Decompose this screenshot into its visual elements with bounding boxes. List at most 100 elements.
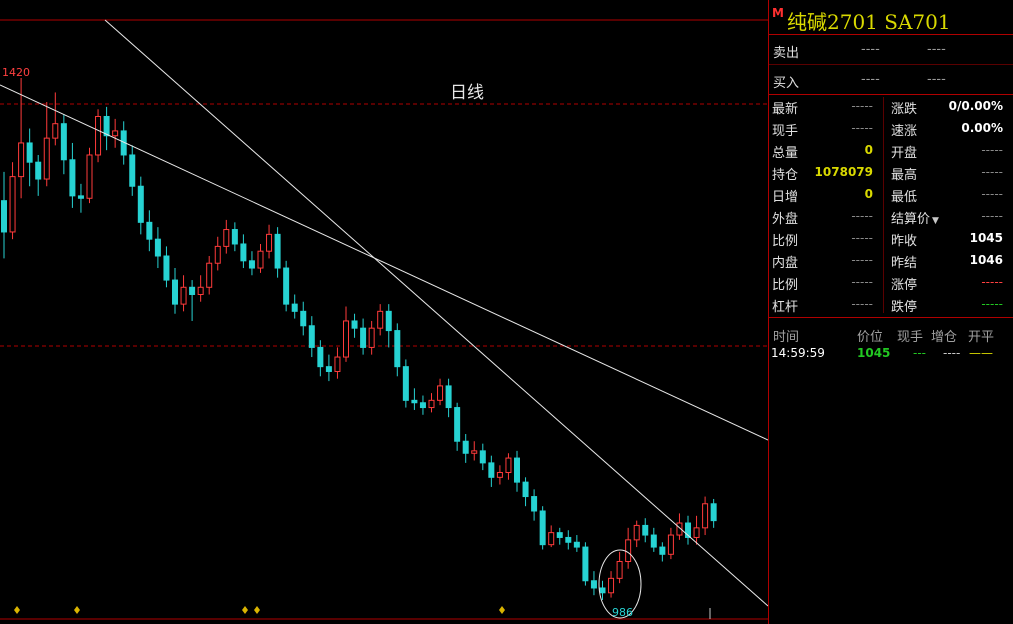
trendline[interactable] [0, 84, 768, 441]
ticks-header-price: 价位 [857, 330, 884, 345]
candle-up [693, 527, 700, 538]
ticks-header-volume: 现手 [897, 330, 924, 345]
stat-label-text: 昨结 [891, 256, 918, 271]
candle-down [137, 185, 144, 223]
event-markers [14, 606, 505, 614]
candle-down [69, 159, 76, 197]
stat-label-text: 最低 [891, 190, 918, 205]
stat-row: 日增 0 最低 ----- [769, 183, 1013, 205]
candle-up [625, 539, 632, 563]
ticks-header-time: 时间 [773, 330, 800, 345]
candle-down [35, 161, 42, 180]
candle-up [266, 233, 273, 252]
contract-title: 纯碱2701 SA701 [787, 10, 951, 34]
stat-label: 昨收 [891, 230, 917, 249]
candle-up [223, 229, 230, 247]
candle-down [163, 255, 170, 281]
stat-row: 外盘 ----- 结算价 ▼ ----- [769, 205, 1013, 227]
period-high-label: 1420 [2, 66, 30, 79]
stat-value: ----- [851, 209, 873, 223]
candle-down [231, 229, 238, 245]
stat-label-text: 最高 [891, 168, 918, 183]
stat-row: 比例 ----- 涨停 ----- [769, 271, 1013, 293]
candle-down [522, 481, 529, 498]
candle-down [411, 399, 418, 404]
candle-down [154, 238, 161, 257]
candle-down [240, 243, 247, 262]
dropdown-caret-icon[interactable]: ▼ [932, 216, 939, 226]
candle-up [206, 262, 213, 288]
candle-down [308, 325, 315, 348]
stat-label[interactable]: 结算价 ▼ [891, 208, 939, 227]
period-label: 日线 [450, 83, 484, 103]
candle-down [488, 462, 495, 478]
ticks-header-oi-change: 增仓 [931, 330, 958, 345]
stat-value: ----- [981, 165, 1003, 179]
stat-row: 最新 ----- 涨跌 0/0.00% [769, 95, 1013, 117]
stat-label: 日增 [772, 190, 799, 205]
stat-label: 跌停 [891, 296, 917, 315]
candle-up [214, 245, 221, 264]
tick-volume: --- [913, 346, 926, 360]
candle-down [26, 142, 33, 163]
stat-value: ----- [981, 297, 1003, 311]
trendlines [0, 19, 768, 607]
candle-down [642, 524, 649, 536]
stat-row: 持仓 1078079 最高 ----- [769, 161, 1013, 183]
stat-value: ----- [981, 187, 1003, 201]
candle-down [590, 580, 597, 589]
main-contract-badge: M [772, 6, 784, 20]
candle-down [650, 534, 657, 548]
stat-value: ----- [851, 275, 873, 289]
tick-row[interactable]: 14:59:59 1045 --- ---- —— [769, 344, 1013, 364]
stat-label: 最新 [772, 102, 799, 117]
candle-down [479, 450, 486, 464]
stat-label-text: 跌停 [891, 300, 918, 315]
candle-down [77, 195, 84, 199]
candle-down [573, 541, 580, 548]
candle-up [43, 137, 50, 180]
candle-up [197, 286, 204, 295]
candle-down [60, 123, 67, 161]
candle-up [343, 320, 349, 358]
stat-value: ----- [851, 121, 873, 135]
kline-chart[interactable] [0, 0, 768, 624]
stat-value: ----- [981, 275, 1003, 289]
stat-label: 涨停 [891, 274, 917, 293]
stat-label-text: 开盘 [891, 146, 918, 161]
stat-row: 现手 ----- 速涨 0.00% [769, 117, 1013, 139]
candle-up [437, 385, 444, 401]
candle-down [385, 310, 392, 332]
contract-title-row[interactable]: M 纯碱2701 SA701 [769, 0, 1013, 35]
candle-up [548, 532, 555, 546]
stat-row: 杠杆 ----- 跌停 ----- [769, 293, 1013, 315]
candle-up [9, 176, 16, 233]
ticks-header: 时间 价位 现手 增仓 开平 [769, 324, 1013, 345]
candle-up [95, 115, 102, 156]
candle-up [702, 503, 709, 529]
stat-label: 比例 [772, 234, 799, 249]
quote-stats: 最新 ----- 涨跌 0/0.00% 现手 ----- 速涨 0.00% 总量 0 开盘 -----… [769, 95, 1013, 318]
candle-down [556, 532, 563, 538]
ask-row: 卖出 ---- ---- [769, 35, 1013, 65]
candle-down [1, 200, 7, 233]
candle-up [112, 130, 119, 137]
candle-down [283, 267, 290, 305]
candle-down [565, 536, 572, 543]
candle-up [334, 356, 341, 372]
candle-up [633, 524, 640, 541]
candle-down [514, 457, 520, 483]
candle-up [616, 561, 623, 579]
trendline[interactable] [104, 19, 768, 607]
bid-volume: ---- [927, 72, 946, 87]
kline-chart-panel[interactable]: 日线 1420 986 [0, 0, 768, 624]
stat-value: 0.00% [961, 121, 1003, 135]
stat-label: 昨结 [891, 252, 917, 271]
candle-up [257, 250, 264, 269]
tick-oi-change: ---- [943, 346, 961, 360]
candle-down [531, 496, 538, 512]
stat-value: ----- [981, 209, 1003, 223]
candle-down [325, 366, 332, 372]
candle-down [419, 402, 426, 409]
candle-up [52, 123, 59, 139]
